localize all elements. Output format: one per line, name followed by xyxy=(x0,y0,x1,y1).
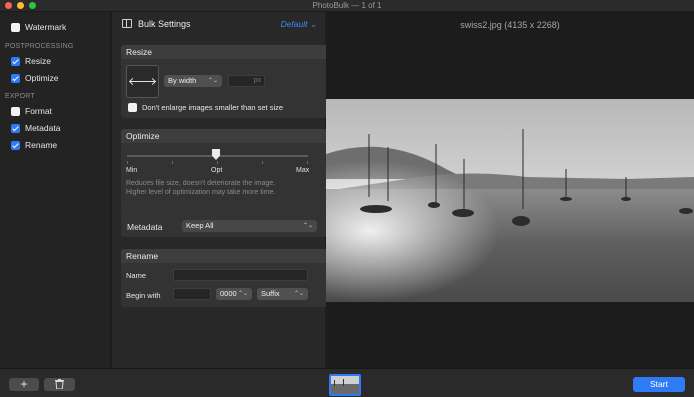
watermark-checkbox[interactable] xyxy=(11,22,20,32)
postprocessing-section-label: POSTPROCESSING xyxy=(5,43,74,50)
stepper-icon: ⌃⌄ xyxy=(207,78,218,84)
sidebar-item-label: Optimize xyxy=(25,73,59,83)
export-section-label: EXPORT xyxy=(5,93,35,100)
position-value: Suffix xyxy=(261,289,280,298)
image-thumbnail[interactable] xyxy=(329,374,361,396)
position-select[interactable]: Suffix ⌃⌄ xyxy=(257,288,308,300)
stepper-icon: ⌃⌄ xyxy=(237,291,248,297)
sidebar-toggle-icon[interactable] xyxy=(122,19,132,28)
format-checkbox[interactable] xyxy=(11,106,20,116)
optimize-note-line1: Reduces file size, doesn't deteriorate t… xyxy=(126,180,276,187)
resize-preview-icon xyxy=(126,65,159,98)
preview-file-title: swiss2.jpg (4135 x 2268) xyxy=(460,20,560,30)
slider-tick xyxy=(262,161,263,164)
rename-checkbox[interactable] xyxy=(11,140,20,150)
rename-card: Rename Name Begin with 0000 ⌃⌄ Suffix ⌃⌄ xyxy=(121,249,327,307)
slider-max-label: Max xyxy=(296,167,310,174)
window-title: PhotoBulk — 1 of 1 xyxy=(312,1,382,10)
counter-value: 0000 xyxy=(220,289,237,298)
optimize-checkbox[interactable] xyxy=(11,73,20,83)
optimize-slider-knob[interactable] xyxy=(212,149,220,160)
lake-photo-image xyxy=(326,99,694,302)
metadata-value: Keep All xyxy=(186,221,214,230)
resize-card-header: Resize xyxy=(121,45,327,59)
resize-mode-value: By width xyxy=(168,76,197,85)
preset-dropdown[interactable]: Default ⌄ xyxy=(281,19,317,30)
rename-card-header: Rename xyxy=(121,249,327,263)
slider-tick xyxy=(172,161,173,164)
dont-enlarge-label: Don't enlarge images smaller than set si… xyxy=(142,103,284,112)
optimize-card-header: Optimize xyxy=(121,129,327,143)
sidebar-item-format[interactable]: Format xyxy=(11,106,52,116)
sidebar-item-rename[interactable]: Rename xyxy=(11,140,57,150)
sidebar-item-label: Rename xyxy=(25,140,58,150)
optimize-note-line2: Higher level of optimization may take mo… xyxy=(126,189,276,196)
resize-unit-label: px xyxy=(253,77,261,84)
thumbnail-image xyxy=(331,376,359,394)
sidebar-item-metadata[interactable]: Metadata xyxy=(11,123,60,133)
optimize-card: Optimize Min Opt Max Reduces file size, … xyxy=(121,129,327,216)
sidebar: Watermark POSTPROCESSING Resize Optimize… xyxy=(0,12,111,368)
counter-select[interactable]: 0000 ⌃⌄ xyxy=(216,288,252,300)
sidebar-item-resize[interactable]: Resize xyxy=(11,56,51,66)
sidebar-item-label: Watermark xyxy=(25,22,67,32)
slider-tick xyxy=(217,161,218,164)
metadata-card: Metadata Keep All ⌃⌄ xyxy=(121,215,327,237)
preset-label: Default xyxy=(280,19,308,29)
metadata-select[interactable]: Keep All ⌃⌄ xyxy=(182,220,317,232)
add-label: + xyxy=(20,377,28,391)
bulk-settings-panel: Bulk Settings Default ⌄ Resize By width … xyxy=(112,12,327,368)
resize-mode-select[interactable]: By width ⌃⌄ xyxy=(164,75,222,87)
begin-with-field[interactable] xyxy=(173,288,211,300)
begin-with-label: Begin with xyxy=(126,291,161,300)
slider-tick xyxy=(127,161,128,164)
resize-card: Resize By width ⌃⌄ px Don't enlarge imag… xyxy=(121,45,327,118)
resize-value-field[interactable]: px xyxy=(228,75,265,87)
rename-name-field[interactable] xyxy=(173,269,308,281)
delete-images-button[interactable] xyxy=(44,378,75,391)
stepper-icon: ⌃⌄ xyxy=(302,223,313,229)
dont-enlarge-checkbox[interactable] xyxy=(128,103,137,112)
preview-image xyxy=(326,99,694,302)
trash-icon xyxy=(55,379,64,390)
slider-opt-label: Opt xyxy=(211,167,223,174)
chevron-down-icon: ⌄ xyxy=(309,19,317,29)
metadata-checkbox[interactable] xyxy=(11,123,20,133)
settings-title: Bulk Settings xyxy=(138,19,191,29)
start-button[interactable]: Start xyxy=(633,377,685,392)
sidebar-item-label: Resize xyxy=(25,56,51,66)
settings-header: Bulk Settings Default ⌄ xyxy=(112,12,325,36)
sidebar-item-optimize[interactable]: Optimize xyxy=(11,73,59,83)
slider-min-label: Min xyxy=(126,167,138,174)
rename-name-label: Name xyxy=(126,271,147,280)
dont-enlarge-option[interactable]: Don't enlarge images smaller than set si… xyxy=(128,103,283,112)
bottom-toolbar: + Start xyxy=(0,368,694,397)
preview-area: swiss2.jpg (4135 x 2268) xyxy=(326,12,694,368)
sidebar-item-label: Metadata xyxy=(25,123,61,133)
title-bar: PhotoBulk — 1 of 1 xyxy=(0,0,694,12)
sidebar-item-watermark[interactable]: Watermark xyxy=(11,22,66,32)
slider-tick xyxy=(307,161,308,164)
stepper-icon: ⌃⌄ xyxy=(293,291,304,297)
sidebar-item-label: Format xyxy=(25,106,52,116)
add-images-button[interactable]: + xyxy=(9,378,39,391)
metadata-label: Metadata xyxy=(127,222,163,232)
resize-checkbox[interactable] xyxy=(11,56,20,66)
